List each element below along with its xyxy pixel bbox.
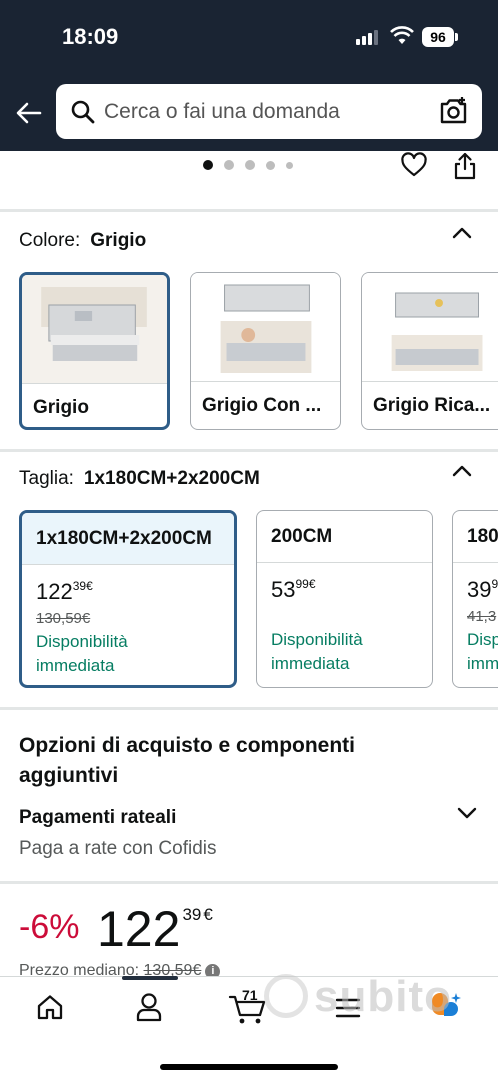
- color-option-grigio-con[interactable]: Grigio Con ...: [190, 272, 341, 430]
- share-icon[interactable]: [452, 151, 478, 181]
- product-thumbnail-image: [22, 275, 167, 383]
- divider: [0, 707, 498, 710]
- discount-percentage: -6%: [19, 908, 80, 946]
- size-option-availability: Disp imm: [467, 630, 498, 673]
- image-carousel-dots[interactable]: [203, 160, 293, 170]
- size-option-name: 200CM: [257, 511, 432, 563]
- size-option-availability: Disponibilità immediata: [36, 632, 128, 675]
- size-selected-value: 1x180CM+2x200CM: [83, 468, 260, 489]
- price-cents: 39: [72, 579, 87, 593]
- collapse-color-chevron-up-icon[interactable]: [452, 226, 472, 240]
- status-time: 18:09: [62, 24, 119, 49]
- size-label-text: Taglia:: [19, 468, 74, 489]
- battery-indicator: 96: [422, 27, 454, 47]
- battery-tip: [455, 33, 458, 41]
- search-bar[interactable]: [56, 84, 482, 139]
- size-option-old-price: 41,3: [467, 608, 497, 625]
- size-option-name: 1x180CM+2x200CM: [22, 513, 234, 565]
- collapse-size-chevron-up-icon[interactable]: [452, 464, 472, 478]
- size-option-old-price: 130,59€: [36, 610, 91, 627]
- size-option-name: 180C: [453, 511, 498, 563]
- divider: [0, 209, 498, 212]
- product-thumbnail-image: [362, 273, 498, 381]
- size-label: Taglia: 1x180CM+2x200CM: [19, 468, 260, 490]
- divider: [0, 881, 498, 884]
- price-cents: 9: [491, 577, 498, 591]
- price-whole: 39: [467, 577, 492, 602]
- main-price-whole: 122: [97, 901, 181, 957]
- installments-subtitle: Paga a rate con Cofidis: [19, 838, 217, 859]
- search-icon: [71, 100, 95, 124]
- price-currency: €: [308, 577, 316, 591]
- color-option-grigio-rica[interactable]: Grigio Rica...: [361, 272, 498, 430]
- size-option-180cm[interactable]: 180C 399 41,3 Disp imm: [452, 510, 498, 688]
- card-separator: [22, 383, 167, 384]
- cellular-signal-icon: [356, 30, 378, 45]
- active-tab-indicator: [122, 976, 178, 980]
- purchase-options-title: Opzioni di acquisto e componenti aggiunt…: [19, 734, 356, 787]
- main-price-cents: 39: [182, 905, 202, 924]
- size-option-price: 5399€: [271, 577, 316, 603]
- color-label: Colore: Grigio: [19, 230, 146, 252]
- price-whole: 53: [271, 577, 296, 602]
- color-option-name: Grigio Rica...: [373, 395, 491, 416]
- color-selected-value: Grigio: [90, 230, 147, 251]
- color-option-name: Grigio Con ...: [202, 395, 322, 416]
- search-input[interactable]: [104, 84, 424, 139]
- watermark-text: subito: [314, 972, 452, 1021]
- size-option-availability: Disponibilità immediata: [271, 630, 363, 673]
- product-thumbnail-image: [191, 273, 340, 381]
- card-separator: [191, 381, 340, 382]
- color-option-grigio[interactable]: Grigio: [19, 272, 170, 430]
- account-icon[interactable]: [135, 992, 163, 1022]
- main-price-currency: €: [203, 905, 213, 924]
- color-option-name: Grigio: [33, 397, 89, 418]
- price-cents: 99: [295, 577, 309, 591]
- card-separator: [362, 381, 498, 382]
- color-label-text: Colore:: [19, 230, 81, 251]
- app-header: 18:09 96: [0, 0, 498, 151]
- divider: [0, 449, 498, 452]
- cart-count-badge: 71: [242, 987, 258, 1003]
- size-option-price: 399: [467, 577, 498, 603]
- main-price: 122 39 €: [97, 900, 213, 958]
- camera-search-icon[interactable]: [438, 96, 470, 126]
- back-arrow-icon[interactable]: [14, 98, 44, 128]
- wishlist-heart-icon[interactable]: [400, 151, 428, 179]
- watermark-logo-icon: [264, 974, 308, 1018]
- size-option-price: 12239€: [36, 579, 93, 605]
- expand-installments-chevron-down-icon[interactable]: [456, 806, 478, 820]
- size-option-1x180-2x200[interactable]: 1x180CM+2x200CM 12239€ 130,59€ Disponibi…: [19, 510, 237, 688]
- price-whole: 122: [36, 579, 73, 604]
- installments-title[interactable]: Pagamenti rateali: [19, 807, 176, 829]
- wifi-icon: [390, 26, 414, 44]
- size-option-200cm[interactable]: 200CM 5399€ Disponibilità immediata: [256, 510, 433, 688]
- price-currency: €: [86, 579, 93, 593]
- home-indicator-bar[interactable]: [160, 1064, 338, 1070]
- home-icon[interactable]: [36, 993, 64, 1021]
